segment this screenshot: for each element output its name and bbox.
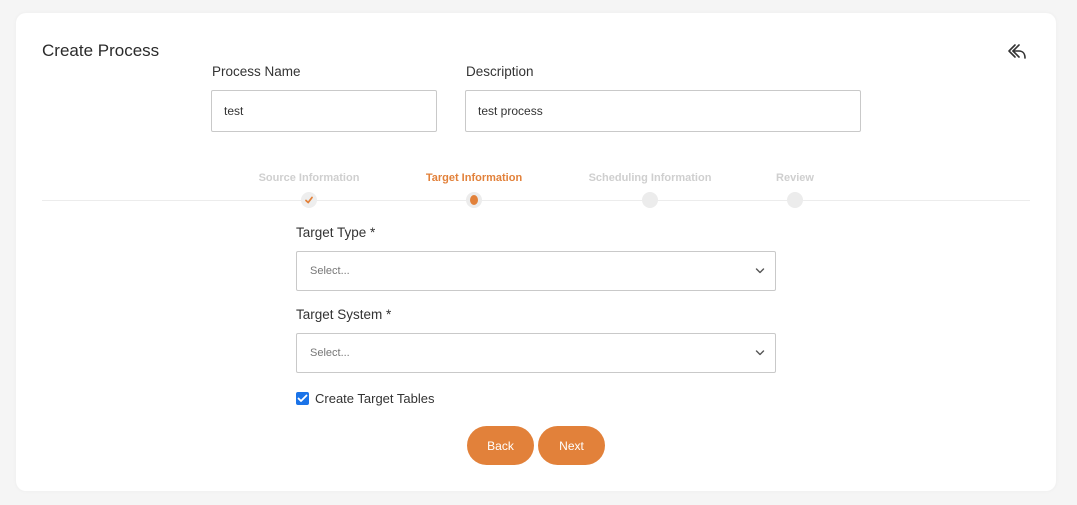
target-system-placeholder: Select... bbox=[310, 347, 350, 359]
reply-arrow-icon[interactable] bbox=[1006, 41, 1028, 63]
current-step-marker bbox=[470, 195, 478, 205]
step-source-information[interactable]: Source Information bbox=[252, 172, 366, 208]
step-label: Source Information bbox=[258, 172, 360, 184]
process-name-input[interactable] bbox=[211, 90, 437, 132]
step-label: Review bbox=[776, 172, 814, 184]
description-input[interactable] bbox=[465, 90, 861, 132]
chevron-down-icon bbox=[755, 268, 765, 274]
step-label: Target Information bbox=[425, 172, 523, 184]
step-review[interactable]: Review bbox=[768, 172, 822, 208]
next-button[interactable]: Next bbox=[538, 426, 605, 465]
create-target-tables-label: Create Target Tables bbox=[315, 390, 435, 406]
check-icon bbox=[305, 196, 313, 204]
create-process-card: Create Process Process Name Description … bbox=[16, 13, 1056, 491]
create-target-tables-row: Create Target Tables bbox=[296, 390, 434, 406]
check-icon bbox=[297, 394, 308, 402]
step-target-information[interactable]: Target Information bbox=[416, 172, 532, 208]
description-label: Description bbox=[466, 64, 534, 79]
target-system-select[interactable]: Select... bbox=[296, 333, 776, 373]
step-current-dot bbox=[466, 192, 482, 208]
step-pending-dot bbox=[642, 192, 658, 208]
stepper-track bbox=[42, 200, 1030, 201]
step-scheduling-information[interactable]: Scheduling Information bbox=[582, 172, 718, 208]
create-target-tables-checkbox[interactable] bbox=[296, 391, 309, 405]
back-button[interactable]: Back bbox=[467, 426, 534, 465]
process-name-label: Process Name bbox=[212, 64, 301, 79]
target-system-label: Target System * bbox=[296, 307, 392, 322]
chevron-down-icon bbox=[755, 350, 765, 356]
page-title: Create Process bbox=[42, 41, 160, 60]
step-pending-dot bbox=[787, 192, 803, 208]
target-type-label: Target Type * bbox=[296, 225, 376, 240]
step-completed-dot bbox=[301, 192, 317, 208]
target-type-select[interactable]: Select... bbox=[296, 251, 776, 291]
step-label: Scheduling Information bbox=[588, 172, 712, 184]
target-type-placeholder: Select... bbox=[310, 265, 350, 277]
